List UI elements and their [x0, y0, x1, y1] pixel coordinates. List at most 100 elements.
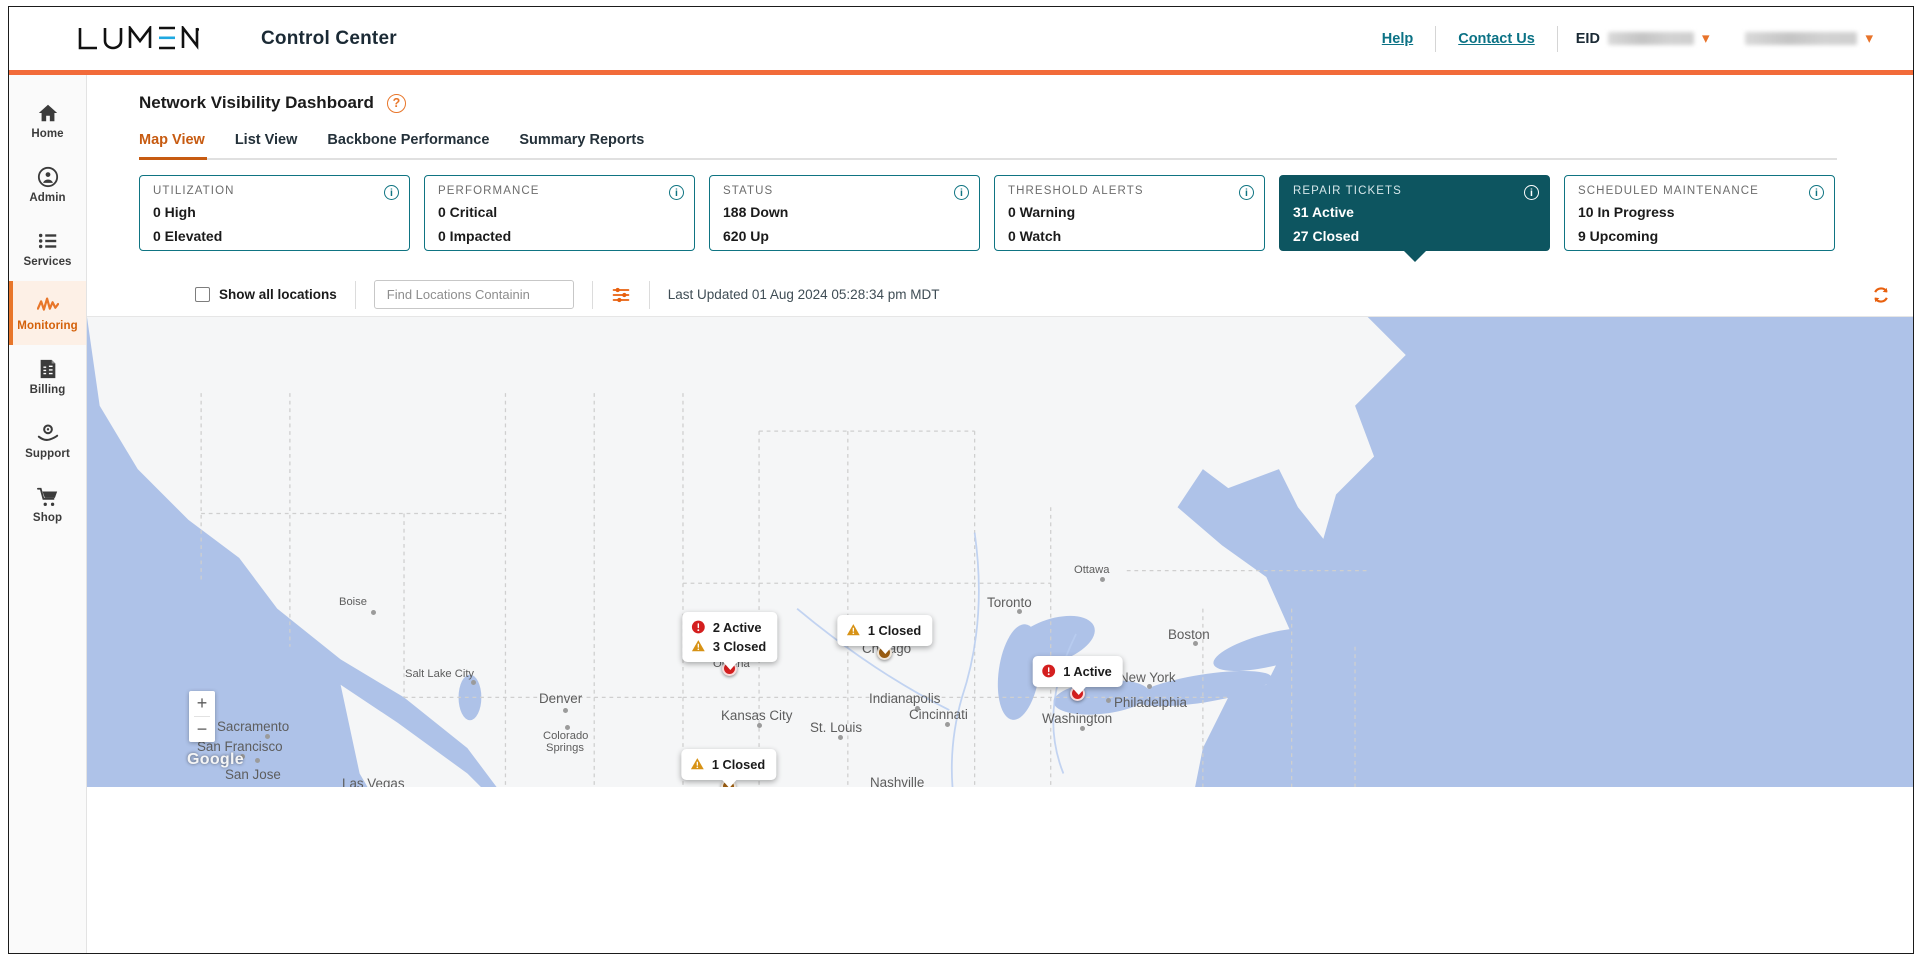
home-icon — [38, 104, 57, 122]
tab-map-view[interactable]: Map View — [139, 132, 221, 160]
info-icon[interactable]: i — [1809, 185, 1824, 200]
sidebar-item-label: Monitoring — [17, 320, 78, 332]
google-watermark: Google — [187, 751, 244, 768]
question-circle-icon[interactable]: ? — [386, 93, 406, 113]
kpi-card-utilization[interactable]: UTILIZATION 0 High 0 Elevated i — [139, 175, 410, 251]
city-label: Denver — [539, 691, 583, 706]
app-body: Home Admin Services Monitoring Billing S… — [9, 75, 1913, 953]
tab-list-view[interactable]: List View — [235, 132, 314, 158]
show-all-locations-checkbox[interactable]: Show all locations — [195, 287, 337, 302]
chevron-down-icon[interactable]: ▾ — [1865, 31, 1873, 46]
city-label: Sacramento — [217, 719, 290, 734]
tooltip-text: 1 Closed — [867, 622, 922, 638]
sidebar-item-shop[interactable]: Shop — [9, 473, 86, 537]
page-header: Network Visibility Dashboard ? — [87, 75, 1913, 113]
warning-triangle-icon — [691, 640, 705, 652]
kpi-card-line-2: 27 Closed — [1293, 228, 1360, 245]
map-zoom-controls[interactable]: + − — [189, 691, 215, 742]
tab-summary-reports[interactable]: Summary Reports — [519, 132, 660, 158]
lumen-logo[interactable] — [77, 25, 199, 52]
eid-value-redacted — [1607, 32, 1694, 45]
city-label: Boise — [339, 596, 367, 608]
info-icon[interactable]: i — [669, 185, 684, 200]
kpi-card-line-1: 188 Down — [723, 204, 789, 220]
account-value-redacted — [1745, 32, 1858, 45]
kpi-card-row: UTILIZATION 0 High 0 Elevated i PERFORMA… — [139, 175, 1913, 251]
chevron-down-icon[interactable]: ▾ — [1702, 31, 1710, 46]
checkbox-box[interactable] — [195, 287, 210, 302]
eid-selector[interactable]: EID ▾ — [1558, 31, 1728, 47]
kpi-card-line-2: 0 Watch — [1008, 228, 1062, 245]
kpi-card-threshold-alerts[interactable]: THRESHOLD ALERTS 0 Warning 0 Watch i — [994, 175, 1265, 251]
user-icon — [37, 166, 58, 188]
contact-us-link[interactable]: Contact Us — [1436, 31, 1557, 47]
tooltip-row: 1 Closed — [846, 621, 921, 640]
sidebar-item-monitoring[interactable]: Monitoring — [9, 281, 86, 345]
sidebar-item-label: Support — [25, 448, 70, 460]
city-label: Salt Lake City — [405, 668, 475, 680]
tab-backbone-performance[interactable]: Backbone Performance — [327, 132, 505, 158]
zoom-out-button[interactable]: − — [189, 717, 215, 742]
map-marker-arkansas[interactable]: 1 Closed — [680, 748, 777, 787]
help-link[interactable]: Help — [1360, 31, 1435, 47]
sidebar-item-billing[interactable]: Billing — [9, 345, 86, 409]
sidebar-item-label: Services — [23, 256, 72, 268]
info-icon[interactable]: i — [1524, 185, 1539, 200]
city-label: Springs — [546, 742, 584, 754]
search-box[interactable] — [373, 280, 574, 309]
zoom-in-button[interactable]: + — [189, 691, 215, 716]
city-label: Las Vegas — [342, 776, 405, 787]
city-label: Boston — [1168, 627, 1210, 642]
map-marker-chicago[interactable]: 1 Closed — [836, 614, 933, 660]
kpi-card-line-2: 0 Impacted — [438, 228, 512, 245]
sidebar-item-label: Home — [31, 128, 64, 140]
tooltip-row: 2 Active — [691, 618, 766, 637]
kpi-card-status[interactable]: STATUS 188 Down 620 Up i — [709, 175, 980, 251]
sliders-icon[interactable] — [611, 285, 631, 305]
kpi-card-line-2: 0 Elevated — [153, 228, 223, 245]
toolbar-divider-2 — [591, 280, 593, 309]
tooltip-row: 3 Closed — [691, 637, 766, 656]
map-marker-maryland[interactable]: 1 Active — [1032, 655, 1123, 701]
toolbar-divider-1 — [354, 280, 356, 309]
kpi-card-line-1: 0 High — [153, 204, 196, 220]
info-icon[interactable]: i — [1239, 185, 1254, 200]
sidebar-item-home[interactable]: Home — [9, 89, 86, 153]
sidebar-item-support[interactable]: Support — [9, 409, 86, 473]
kpi-card-scheduled-maintenance[interactable]: SCHEDULED MAINTENANCE 10 In Progress 9 U… — [1564, 175, 1835, 251]
main-content: Network Visibility Dashboard ? Map View … — [87, 75, 1913, 953]
account-selector[interactable]: ▾ — [1727, 31, 1891, 46]
show-all-locations-label: Show all locations — [219, 287, 337, 302]
view-tabs: Map View List View Backbone Performance … — [139, 132, 1837, 160]
search-input[interactable] — [384, 286, 565, 303]
alert-circle-icon — [1041, 664, 1055, 678]
sidebar-item-admin[interactable]: Admin — [9, 153, 86, 217]
sidebar-item-label: Admin — [29, 192, 66, 204]
city-label: Ottawa — [1074, 564, 1110, 576]
info-icon[interactable]: i — [384, 185, 399, 200]
map-canvas[interactable]: Boise Salt Lake City Denver Colorado Spr… — [87, 317, 1913, 787]
sidebar-item-services[interactable]: Services — [9, 217, 86, 281]
refresh-icon[interactable] — [1871, 285, 1891, 305]
kpi-card-line-1: 31 Active — [1293, 204, 1354, 220]
cart-icon — [36, 487, 57, 506]
sidebar-item-label: Billing — [29, 384, 66, 396]
kpi-card-repair-tickets[interactable]: REPAIR TICKETS 31 Active 27 Closed i — [1279, 175, 1550, 251]
city-label: Toronto — [987, 595, 1032, 610]
info-icon[interactable]: i — [954, 185, 969, 200]
page-title: Network Visibility Dashboard — [139, 93, 374, 112]
map-landmass — [87, 317, 1913, 787]
kpi-card-line-1: 10 In Progress — [1578, 204, 1675, 220]
map-toolbar: Show all locations Find Locations Contai… — [87, 273, 1913, 317]
map-marker-omaha[interactable]: 2 Active 3 Closed — [681, 611, 778, 676]
sidebar-item-label: Shop — [32, 512, 63, 524]
alert-circle-icon — [691, 620, 705, 634]
tooltip-text: 1 Closed — [711, 756, 766, 772]
kpi-card-performance[interactable]: PERFORMANCE 0 Critical 0 Impacted i — [424, 175, 695, 251]
kpi-card-line-2: 9 Upcoming — [1578, 228, 1659, 245]
city-label: Indianapolis — [869, 691, 941, 706]
marker-tooltip: 1 Closed — [680, 748, 777, 787]
marker-tooltip: 2 Active 3 Closed — [681, 611, 778, 671]
city-label: Cincinnati — [909, 707, 968, 722]
kpi-card-title: REPAIR TICKETS — [1293, 185, 1402, 197]
